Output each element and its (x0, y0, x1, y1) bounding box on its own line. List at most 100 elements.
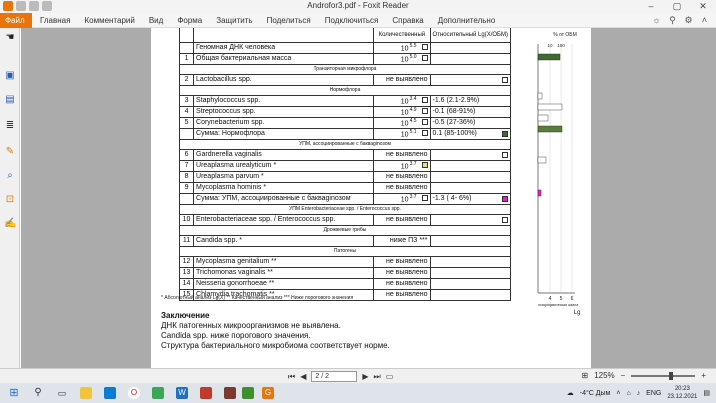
quantity-exponent: 3.7 (409, 160, 417, 167)
taskbar: ⊞ ⚲ ▭ O W G ☁ -4°C Дым ˄ ⌂ ♪ ENG 20:23 2… (0, 383, 716, 403)
relative-cell (429, 277, 512, 290)
quantity-cell: не выявлено (373, 148, 431, 161)
menu-home[interactable]: Главная (40, 13, 70, 28)
chart-bar (537, 92, 543, 100)
network-icon[interactable]: ⌂ (626, 390, 630, 397)
maximize-icon[interactable]: ▢ (664, 0, 690, 13)
quantity-value: не выявлено (385, 76, 428, 83)
zoom-slider[interactable] (631, 371, 696, 380)
relative-cell (429, 159, 512, 172)
clock-date: 23.12.2021 (667, 394, 698, 400)
menu-help[interactable]: Справка (392, 13, 423, 28)
hand-tool-icon[interactable]: ☚ (4, 32, 16, 44)
chevron-up-icon[interactable]: ˄ (699, 15, 710, 26)
organism-name: Gardnerella vaginalis (193, 148, 375, 161)
minimize-icon[interactable]: – (638, 0, 664, 13)
weather-text[interactable]: -4°C Дым (580, 390, 611, 397)
close-icon[interactable]: ✕ (690, 0, 716, 13)
chrome-icon[interactable] (152, 387, 164, 399)
col-header-rel: Относительный Lg(X/ОБМ) (429, 28, 512, 43)
tray-chevron-icon[interactable]: ˄ (616, 390, 620, 397)
opera-icon[interactable]: O (128, 387, 140, 399)
lock-icon[interactable]: ⊡ (4, 194, 16, 206)
store-icon[interactable] (104, 387, 116, 399)
relative-marker (502, 195, 508, 202)
relative-marker (502, 130, 508, 137)
relative-cell (429, 41, 512, 54)
quantity-cell: 105.5 (373, 41, 431, 54)
bookmarks-icon[interactable]: ▤ (4, 94, 16, 106)
task-view-icon[interactable]: ▭ (56, 387, 68, 399)
table-row: 9 Mycoplasma hominis * не выявлено (178, 181, 512, 194)
layers-icon[interactable]: ≣ (4, 120, 16, 132)
row-number: 3 (178, 94, 195, 107)
search-taskbar-icon[interactable]: ⚲ (32, 387, 44, 399)
quantity-marker (421, 97, 428, 104)
signature-icon[interactable]: ✍ (4, 218, 16, 230)
clock[interactable]: 20:23 23.12.2021 (667, 385, 697, 401)
settings-icon[interactable]: ⚙ (683, 15, 694, 26)
page-number-input[interactable]: 2 / 2 (311, 371, 358, 382)
lightbulb-icon[interactable]: ☼ (651, 15, 662, 26)
language-indicator[interactable]: ENG (646, 390, 661, 397)
comments-icon[interactable]: ✎ (4, 146, 16, 158)
organism-name: Mycoplasma genitalium ** (193, 255, 375, 268)
file-menu-button[interactable]: Файл (0, 13, 32, 28)
zoom-in-icon[interactable]: + (701, 371, 706, 380)
navigation-bar: ⏮ ◀ 2 / 2 ▶ ⏭ ▭ ⊞ 125% − + (0, 368, 716, 383)
section-label: Дрожжевые грибы (179, 224, 511, 236)
volume-icon[interactable]: ♪ (637, 390, 641, 397)
table-section-row: Дрожжевые грибы (179, 224, 511, 236)
word-icon[interactable]: W (176, 387, 188, 399)
quantity-marker (421, 55, 428, 62)
app-active-icon[interactable] (242, 387, 254, 399)
chart-bar (537, 53, 561, 61)
quantity-value: 10 (400, 109, 409, 117)
quantity-cell: не выявлено (373, 213, 431, 226)
menu-comment[interactable]: Комментарий (84, 13, 134, 28)
view-mode-icon[interactable]: ▭ (386, 372, 394, 381)
last-page-icon[interactable]: ⏭ (374, 372, 381, 382)
menu-share[interactable]: Поделиться (267, 13, 311, 28)
document-viewport[interactable]: Количественный Относительный Lg(X/ОБМ) Г… (21, 28, 716, 368)
quantity-cell: не выявлено (373, 288, 431, 301)
weather-icon[interactable]: ☁ (567, 389, 574, 397)
app-icon[interactable] (224, 387, 236, 399)
menu-form[interactable]: Форма (177, 13, 202, 28)
relative-cell (429, 52, 512, 65)
clock-time: 20:23 (674, 386, 690, 392)
zoom-level[interactable]: 125% (594, 371, 614, 380)
row-number (178, 41, 195, 54)
table-section-row: УПМ, ассоциированные с бакваginозом (179, 138, 511, 150)
prev-page-icon[interactable]: ◀ (300, 372, 306, 381)
first-page-icon[interactable]: ⏮ (288, 372, 295, 382)
chart-bottom-tick: 4 (549, 296, 552, 302)
windows-start-icon[interactable]: ⊞ (8, 387, 20, 399)
pages-icon[interactable]: ▣ (4, 70, 16, 82)
file-explorer-icon[interactable] (80, 387, 92, 399)
menu-extra[interactable]: Дополнительно (438, 13, 496, 28)
fit-page-icon[interactable]: ⊞ (581, 371, 588, 380)
zoom-out-icon[interactable]: − (621, 371, 626, 380)
menu-protect[interactable]: Защитить (216, 13, 252, 28)
menu-connect[interactable]: Подключиться (325, 13, 379, 28)
foxit-taskbar-icon[interactable]: G (262, 387, 274, 399)
notifications-icon[interactable]: ▤ (703, 389, 710, 397)
quantity-cell: 105.0 (373, 52, 431, 65)
quantity-marker (421, 130, 428, 137)
quantity-value: ниже ПЗ *** (389, 237, 428, 244)
attachments-icon[interactable]: ⌕ (4, 170, 16, 182)
menu-view[interactable]: Вид (149, 13, 163, 28)
row-number: 8 (178, 170, 195, 183)
next-page-icon[interactable]: ▶ (362, 372, 368, 381)
table-row: 13 Trichomonas vaginalis ** не выявлено (178, 266, 512, 279)
game-icon[interactable] (200, 387, 212, 399)
chart-bottom-label: логарифмическая шкала (538, 303, 579, 307)
search-icon[interactable]: ⚲ (667, 15, 678, 26)
section-label: УПМ Enterobacteriaceae spp. / Enterococc… (179, 203, 511, 215)
col-header-qty: Количественный (373, 28, 431, 43)
organism-name: Enterobacteriaceae spp. / Enterococcus s… (193, 213, 375, 226)
zoom-slider-thumb[interactable] (669, 371, 674, 380)
quantity-cell: 104.9 (373, 105, 431, 118)
relative-cell: -1.6 (2.1-2.9%) (429, 94, 512, 107)
